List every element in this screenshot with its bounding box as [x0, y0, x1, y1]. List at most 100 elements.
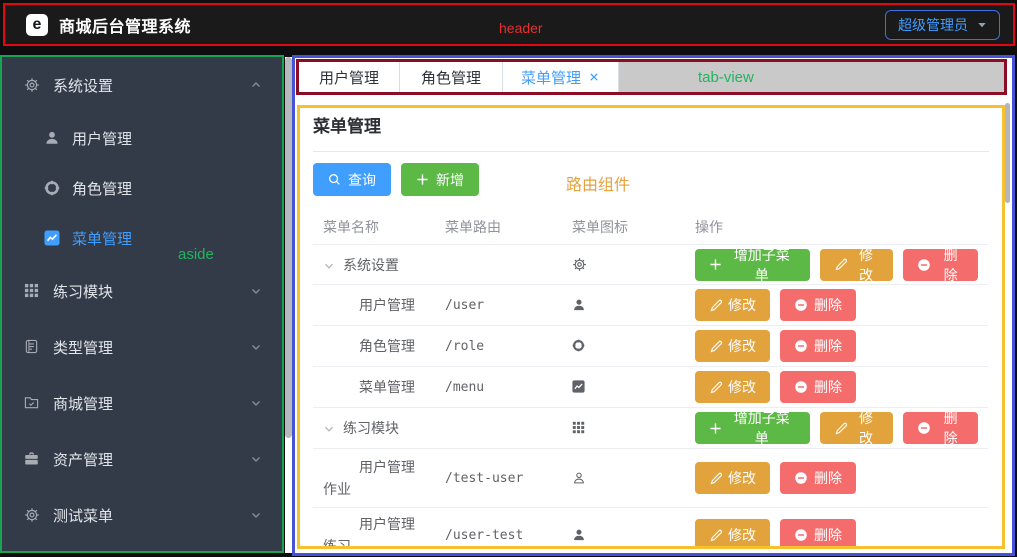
search-button[interactable]: 查询: [313, 163, 391, 196]
tab-menu-management[interactable]: 菜单管理: [503, 62, 619, 92]
delete-button[interactable]: 删除: [780, 289, 856, 321]
menu-route-cell: /test-user: [435, 471, 562, 486]
menu-route-cell: /menu: [435, 380, 562, 395]
remove-icon: [794, 528, 808, 542]
actions-cell: 修改 删除: [685, 330, 988, 362]
menu-name: 用户管理: [359, 297, 415, 313]
app-header: e 商城后台管理系统 header 超级管理员: [3, 3, 1015, 46]
app-title: 商城后台管理系统: [59, 13, 191, 37]
user-dropdown-button[interactable]: 超级管理员: [885, 10, 1000, 40]
table-header-row: 菜单名称 菜单路由 菜单图标 操作: [313, 209, 988, 245]
menu-name: 练习模块: [343, 420, 399, 436]
close-icon[interactable]: [588, 71, 600, 83]
sidebar-subitem-label: 角色管理: [72, 178, 132, 199]
sidebar-item-practice-module[interactable]: 练习模块: [2, 263, 282, 319]
user-dropdown-label: 超级管理员: [898, 15, 968, 35]
edit-button[interactable]: 修改: [820, 249, 894, 281]
table-row: 练习模块 增加子菜单 修改: [313, 408, 988, 449]
actions-cell: 修改 删除: [685, 519, 988, 549]
suitcase-icon: [24, 451, 40, 467]
menu-name-cell: 角色管理: [313, 335, 435, 357]
plus-icon: [416, 173, 429, 186]
delete-button[interactable]: 删除: [780, 462, 856, 494]
menu-name: 用户管理练习: [323, 516, 415, 549]
edit-label: 修改: [853, 245, 880, 285]
menu-route-cell: /role: [435, 339, 562, 354]
sidebar-item-test-menu[interactable]: 测试菜单: [2, 487, 282, 543]
delete-button[interactable]: 删除: [903, 249, 978, 281]
edit-label: 修改: [728, 468, 756, 488]
menu-name: 用户管理作业: [323, 459, 415, 497]
table-row: 菜单管理 /menu 修改 删除: [313, 367, 988, 408]
aim-icon: [44, 180, 60, 196]
sidebar-item-menu-management[interactable]: 菜单管理: [2, 213, 282, 263]
add-child-label: 增加子菜单: [728, 408, 796, 448]
tab-label: 角色管理: [421, 67, 481, 88]
edit-button[interactable]: 修改: [695, 462, 770, 494]
actions-cell: 修改 删除: [685, 289, 988, 321]
edit-pen-icon: [834, 258, 847, 271]
add-child-menu-button[interactable]: 增加子菜单: [695, 249, 810, 281]
sidebar-item-type-management[interactable]: 类型管理: [2, 319, 282, 375]
sidebar-item-asset-management[interactable]: 资产管理: [2, 431, 282, 487]
aside-scrollbar-thumb[interactable]: [285, 57, 292, 438]
tree-expand-icon[interactable]: [323, 260, 343, 272]
delete-button[interactable]: 删除: [780, 371, 856, 403]
trend-chart-icon: [572, 380, 588, 396]
user-filled-icon: [44, 130, 60, 146]
edit-button[interactable]: 修改: [695, 519, 770, 549]
remove-icon: [794, 380, 808, 394]
gear-icon: [24, 77, 40, 93]
menu-route-cell: /user-test: [435, 528, 562, 543]
table-row: 系统设置 增加子菜单 修改: [313, 245, 988, 285]
delete-label: 删除: [814, 336, 842, 356]
page-title: 菜单管理: [313, 116, 989, 138]
sidebar-item-role-management[interactable]: 角色管理: [2, 163, 282, 213]
menu-table: 菜单名称 菜单路由 菜单图标 操作 系统设置: [313, 209, 988, 549]
aside-scrollbar[interactable]: [285, 57, 292, 553]
menu-name-cell: 练习模块: [313, 417, 435, 439]
edit-button[interactable]: 修改: [695, 371, 770, 403]
add-button[interactable]: 新增: [401, 163, 479, 196]
delete-button[interactable]: 删除: [903, 412, 978, 444]
main-panel: 用户管理 角色管理 菜单管理 tab-view 菜单管理 查询: [292, 55, 1015, 556]
edit-label: 修改: [728, 525, 756, 545]
user-filled-icon: [572, 298, 588, 314]
edit-button[interactable]: 修改: [695, 289, 770, 321]
remove-icon: [917, 421, 931, 435]
actions-cell: 修改 删除: [685, 371, 988, 403]
sidebar-item-mall-management[interactable]: 商城管理: [2, 375, 282, 431]
delete-label: 删除: [937, 245, 964, 285]
main-scrollbar-thumb[interactable]: [1005, 103, 1010, 203]
menu-icon-cell: [562, 296, 685, 313]
sidebar-subitem-label: 用户管理: [72, 128, 132, 149]
header-debug-label: header: [499, 20, 543, 36]
remove-icon: [794, 298, 808, 312]
sidebar-item-system-settings[interactable]: 系统设置: [2, 57, 282, 113]
gear-icon: [572, 257, 588, 273]
add-button-label: 新增: [436, 170, 464, 190]
tab-role-management[interactable]: 角色管理: [400, 62, 503, 92]
tree-expand-icon[interactable]: [323, 423, 343, 435]
table-row: 用户管理练习 /user-test 修改 删除: [313, 508, 988, 549]
table-row: 用户管理 /user 修改 删除: [313, 285, 988, 326]
actions-cell: 增加子菜单 修改 删除: [685, 249, 988, 281]
edit-pen-icon: [834, 422, 847, 435]
tab-user-management[interactable]: 用户管理: [299, 62, 400, 92]
plus-icon: [709, 258, 722, 271]
menu-name-cell: 用户管理练习: [313, 513, 435, 549]
delete-button[interactable]: 删除: [780, 519, 856, 549]
edit-pen-icon: [709, 529, 722, 542]
sidebar-item-label: 类型管理: [53, 337, 113, 358]
edit-button[interactable]: 修改: [695, 330, 770, 362]
add-child-menu-button[interactable]: 增加子菜单: [695, 412, 810, 444]
sidebar-item-user-management[interactable]: 用户管理: [2, 113, 282, 163]
edit-pen-icon: [709, 299, 722, 312]
edit-label: 修改: [728, 336, 756, 356]
actions-cell: 增加子菜单 修改 删除: [685, 412, 988, 444]
tabview-debug-label: tab-view: [698, 69, 754, 86]
menu-icon-cell: [562, 256, 685, 273]
delete-button[interactable]: 删除: [780, 330, 856, 362]
edit-button[interactable]: 修改: [820, 412, 894, 444]
actions-cell: 修改 删除: [685, 462, 988, 494]
